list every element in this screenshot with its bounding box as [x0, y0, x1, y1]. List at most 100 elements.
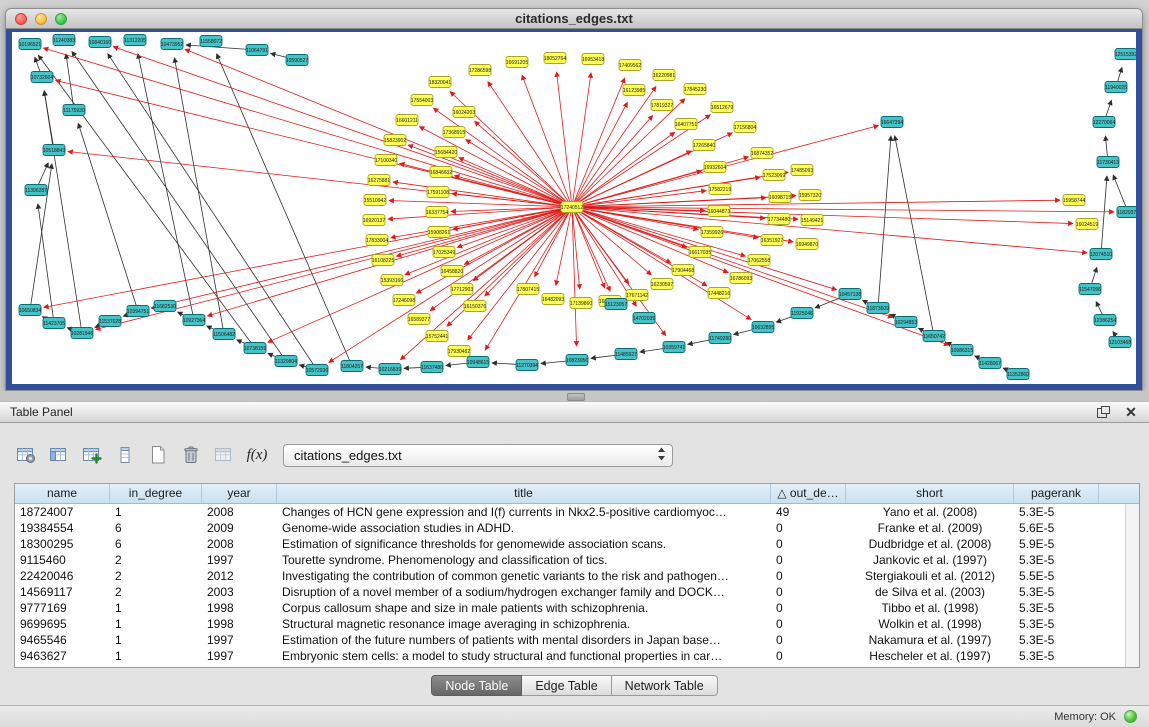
graph-edge-black[interactable] — [44, 91, 54, 150]
graph-node[interactable]: 16512679 — [711, 102, 733, 113]
graph-node[interactable]: 16337754 — [426, 207, 448, 218]
graph-node[interactable]: 17025349 — [433, 247, 455, 258]
graph-node[interactable]: 17100340 — [375, 155, 397, 166]
import-table-icon[interactable] — [212, 443, 236, 467]
graph-node[interactable]: 10518843 — [43, 145, 65, 156]
graph-node[interactable]: 17554003 — [411, 95, 433, 106]
graph-node[interactable]: 10738159 — [244, 343, 266, 354]
graph-edge-black[interactable] — [44, 91, 82, 333]
graph-node[interactable]: 17807415 — [517, 284, 539, 295]
combo-stepper-icon[interactable] — [657, 447, 666, 464]
graph-node[interactable]: 10823056 — [566, 355, 588, 366]
graph-node[interactable]: 15957320 — [799, 190, 821, 201]
table-row[interactable]: 1938455462009Genome-wide association stu… — [15, 520, 1139, 536]
graph-node[interactable]: 10650834 — [19, 305, 41, 316]
graph-node[interactable]: 10948615 — [467, 357, 489, 368]
graph-node[interactable]: 11270394 — [516, 360, 538, 371]
table-row[interactable]: 1830029562008Estimation of significance … — [15, 536, 1139, 552]
graph-node[interactable]: 10457138 — [839, 289, 861, 300]
graph-node[interactable]: 16275881 — [368, 175, 390, 186]
table-row[interactable]: 946554611997Estimation of the future num… — [15, 632, 1139, 648]
graph-node[interactable]: 12270064 — [1093, 117, 1115, 128]
graph-node[interactable]: 11175930 — [63, 105, 85, 116]
close-window-button[interactable] — [15, 13, 27, 25]
close-panel-icon[interactable]: ✕ — [1123, 405, 1139, 419]
graph-node[interactable]: 10394751 — [127, 306, 149, 317]
graph-node[interactable]: 17062558 — [748, 255, 770, 266]
graph-node[interactable]: 10294853 — [895, 317, 917, 328]
graph-edge-red[interactable] — [572, 207, 605, 288]
graph-node[interactable]: 15684420 — [435, 147, 457, 158]
graph-node[interactable]: 17368915 — [443, 127, 465, 138]
graph-node[interactable]: 10986315 — [951, 345, 973, 356]
table-settings-icon[interactable] — [14, 443, 38, 467]
graph-node[interactable]: 11485927 — [615, 349, 637, 360]
graph-edge-red[interactable] — [572, 207, 651, 275]
graph-node[interactable]: 15510942 — [364, 195, 386, 206]
graph-node[interactable]: 16589377 — [408, 314, 430, 325]
graph-node[interactable]: 11423705 — [43, 318, 65, 329]
graph-node[interactable]: 12103468 — [1109, 337, 1131, 348]
graph-node[interactable]: 16786093 — [730, 273, 752, 284]
graph-node[interactable]: 12386254 — [1094, 315, 1116, 326]
graph-node[interactable]: 16230597 — [651, 279, 673, 290]
graph-node[interactable]: 17734480 — [768, 214, 790, 225]
graph-node[interactable]: 11637480 — [421, 362, 443, 373]
function-builder-icon[interactable]: f(x) — [245, 443, 269, 467]
graph-node[interactable]: 11329804 — [275, 356, 297, 367]
table-row[interactable]: 1456911722003Disruption of a novel membe… — [15, 584, 1139, 600]
graph-edge-red[interactable] — [113, 47, 572, 207]
table-row[interactable]: 2242004622012Investigating the contribut… — [15, 568, 1139, 584]
graph-node[interactable]: 16874352 — [751, 148, 773, 159]
graph-node[interactable]: 17930482 — [448, 346, 470, 357]
graph-node[interactable]: 10632895 — [752, 322, 774, 333]
graph-node[interactable]: 10572936 — [306, 365, 328, 376]
graph-edge-red[interactable] — [572, 207, 1087, 253]
graph-node[interactable]: 17712903 — [451, 284, 473, 295]
graph-edge-black[interactable] — [1101, 176, 1107, 254]
graph-node[interactable]: 16407751 — [675, 119, 697, 130]
column-header-5[interactable]: short — [846, 484, 1014, 503]
graph-node[interactable]: 11312205 — [124, 35, 146, 46]
column-header-3[interactable]: title — [277, 484, 771, 503]
graph-node[interactable]: 10281946 — [71, 328, 93, 339]
graph-node[interactable]: 15958744 — [1063, 195, 1085, 206]
graph-node[interactable]: 11547096 — [1079, 284, 1101, 295]
graph-edge-red[interactable] — [56, 80, 572, 207]
column-header-0[interactable]: name — [15, 484, 110, 503]
zoom-window-button[interactable] — [55, 13, 67, 25]
graph-node[interactable]: 17265840 — [693, 140, 715, 151]
tab-network-table[interactable]: Network Table — [612, 675, 718, 696]
tab-edge-table[interactable]: Edge Table — [522, 675, 611, 696]
graph-node[interactable]: 17139860 — [570, 298, 592, 309]
graph-edge-black[interactable] — [217, 54, 352, 366]
graph-edge-red[interactable] — [485, 207, 572, 350]
column-visibility-icon[interactable] — [47, 443, 71, 467]
graph-node[interactable]: 16044873 — [708, 206, 730, 217]
graph-node[interactable]: 17359926 — [701, 227, 723, 238]
graph-node[interactable]: 18052764 — [544, 53, 566, 64]
graph-node[interactable]: 16220981 — [653, 70, 675, 81]
graph-node[interactable]: 16617035 — [689, 247, 711, 258]
graph-node[interactable]: 11240383 — [53, 35, 75, 46]
row-options-icon[interactable] — [113, 443, 137, 467]
graph-edge-red[interactable] — [572, 73, 591, 207]
graph-node[interactable]: 11940025 — [1105, 82, 1127, 93]
graph-node[interactable]: 16953418 — [582, 54, 604, 65]
tab-node-table[interactable]: Node Table — [431, 675, 522, 696]
column-header-6[interactable]: pagerank — [1014, 484, 1099, 503]
panel-splitter[interactable] — [0, 391, 1149, 401]
graph-node[interactable]: 15149421 — [801, 215, 823, 226]
graph-edge-red[interactable] — [572, 102, 627, 207]
table-row[interactable]: 946362711997Embryonic stem cells: a mode… — [15, 648, 1139, 664]
graph-node[interactable]: 16108225 — [372, 255, 394, 266]
graph-node[interactable]: 17523069 — [763, 170, 785, 181]
graph-node[interactable]: 16024519 — [1076, 219, 1098, 230]
graph-edge-black[interactable] — [38, 55, 255, 348]
delete-table-icon[interactable] — [179, 443, 203, 467]
graph-node[interactable]: 11749280 — [709, 333, 731, 344]
graph-node[interactable]: 16482093 — [542, 294, 564, 305]
graph-node[interactable]: 11650742 — [923, 331, 945, 342]
graph-node[interactable]: 16123985 — [623, 85, 645, 96]
graph-node[interactable]: 10216839 — [379, 364, 401, 375]
